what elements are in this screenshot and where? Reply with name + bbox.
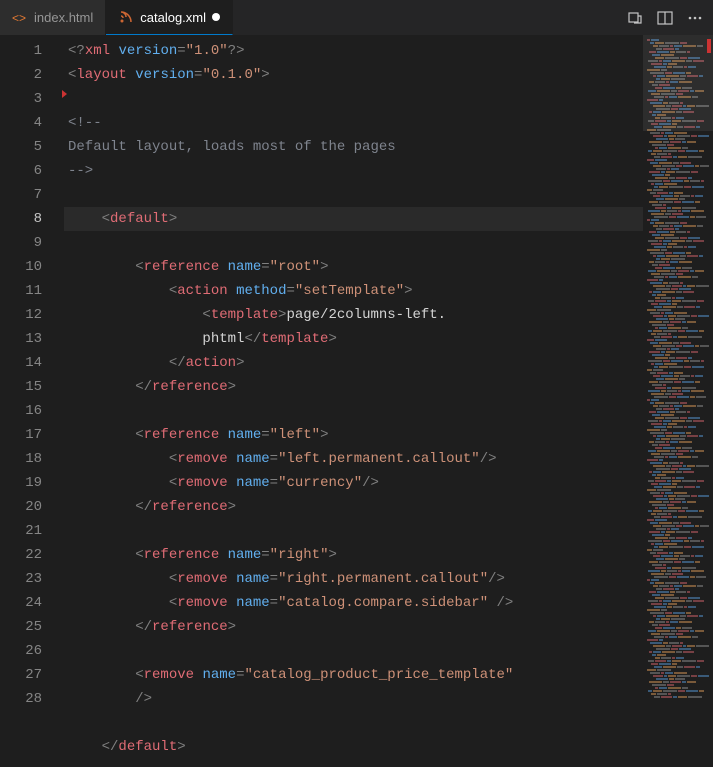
- code-line: <reference name="left">: [64, 423, 643, 447]
- code-line: [64, 399, 643, 423]
- code-line: <reference name="root">: [64, 255, 643, 279]
- tab-label: index.html: [34, 10, 93, 25]
- code-line: <remove name="right.permanent.callout"/>: [64, 567, 643, 591]
- line-number: 12: [0, 303, 64, 327]
- code-line: <remove name="catalog.compare.sidebar" /…: [64, 591, 643, 615]
- unsaved-dot-icon: [212, 13, 220, 21]
- line-number: 17: [0, 423, 64, 447]
- code-line: <!--: [64, 111, 643, 135]
- line-number: 13: [0, 327, 64, 351]
- more-actions-icon[interactable]: [687, 10, 703, 26]
- minimap[interactable]: [643, 35, 713, 767]
- line-number: 23: [0, 567, 64, 591]
- line-number: 6: [0, 159, 64, 183]
- line-number: 1: [0, 39, 64, 63]
- code-line: [64, 711, 643, 735]
- code-line: phtml</template>: [64, 327, 643, 351]
- code-line: <remove name="left.permanent.callout"/>: [64, 447, 643, 471]
- line-number: 5: [0, 135, 64, 159]
- line-number: 22: [0, 543, 64, 567]
- line-number: 21: [0, 519, 64, 543]
- split-editor-icon[interactable]: [657, 10, 673, 26]
- xml-file-icon: [118, 9, 134, 25]
- code-line: <template>page/2columns-left.: [64, 303, 643, 327]
- tab-catalog-xml[interactable]: catalog.xml: [106, 0, 233, 35]
- line-number: 11: [0, 279, 64, 303]
- line-number: 10: [0, 255, 64, 279]
- tab-index-html[interactable]: <> index.html: [0, 0, 106, 35]
- line-number: 8: [0, 207, 64, 231]
- line-number: 24: [0, 591, 64, 615]
- line-number: 2: [0, 63, 64, 87]
- code-line: </reference>: [64, 615, 643, 639]
- code-line: </action>: [64, 351, 643, 375]
- line-number: 3: [0, 87, 64, 111]
- minimap-error-marker: [707, 39, 711, 53]
- html-file-icon: <>: [12, 10, 28, 26]
- code-area[interactable]: <?xml version="1.0"?> <layout version="0…: [64, 35, 643, 767]
- line-number: 7: [0, 183, 64, 207]
- line-number-gutter[interactable]: 1 2 3 4 5 6 7 8 9 10 11 12 13 14 15 16 1…: [0, 35, 64, 767]
- svg-text:<>: <>: [12, 11, 26, 25]
- code-line: </reference>: [64, 375, 643, 399]
- code-line: <layout version="0.1.0">: [64, 63, 643, 87]
- code-line: <?xml version="1.0"?>: [64, 39, 643, 63]
- code-line: />: [64, 687, 643, 711]
- code-line: </default>: [64, 735, 643, 759]
- tab-label: catalog.xml: [140, 10, 206, 25]
- line-number: 20: [0, 495, 64, 519]
- code-line: <default>: [64, 207, 643, 231]
- line-number: 15: [0, 375, 64, 399]
- code-line: <remove name="catalog_product_price_temp…: [64, 663, 643, 687]
- tab-actions: [627, 0, 713, 35]
- line-number: 18: [0, 447, 64, 471]
- line-number: 14: [0, 351, 64, 375]
- open-changes-icon[interactable]: [627, 10, 643, 26]
- tab-bar: <> index.html catalog.xml: [0, 0, 713, 35]
- code-line: -->: [64, 159, 643, 183]
- code-line: </reference>: [64, 495, 643, 519]
- line-number: 28: [0, 687, 64, 711]
- line-number: 19: [0, 471, 64, 495]
- line-number: 16: [0, 399, 64, 423]
- line-number: 9: [0, 231, 64, 255]
- code-line: [64, 183, 643, 207]
- code-line: <remove name="currency"/>: [64, 471, 643, 495]
- code-line: [64, 519, 643, 543]
- code-line: Default layout, loads most of the pages: [64, 135, 643, 159]
- code-line: [64, 231, 643, 255]
- line-number: 26: [0, 639, 64, 663]
- minimap-viewport[interactable]: [643, 35, 713, 131]
- line-number: 25: [0, 615, 64, 639]
- code-line: <reference name="right">: [64, 543, 643, 567]
- line-number: 4: [0, 111, 64, 135]
- editor: 1 2 3 4 5 6 7 8 9 10 11 12 13 14 15 16 1…: [0, 35, 713, 767]
- line-number: 27: [0, 663, 64, 687]
- code-line: [64, 639, 643, 663]
- code-line: <action method="setTemplate">: [64, 279, 643, 303]
- code-line: [64, 87, 643, 111]
